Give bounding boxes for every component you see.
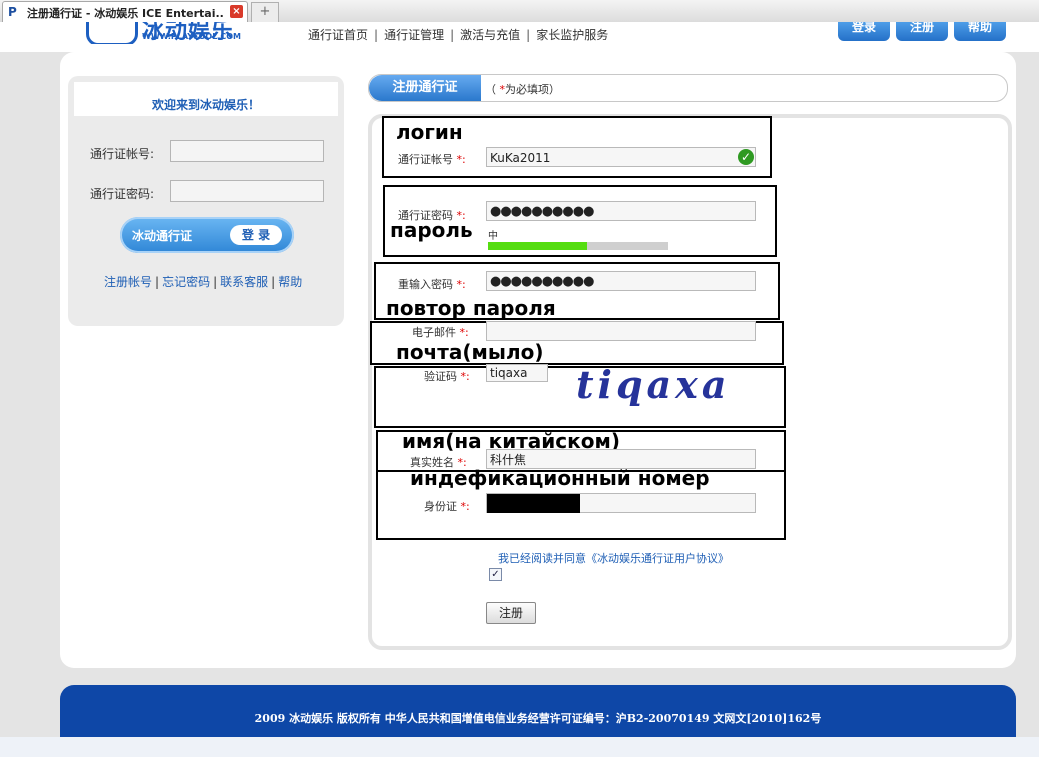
agreement-link[interactable]: 我已经阅读并同意《冰动娱乐通行证用户协议》 bbox=[498, 550, 729, 566]
register-submit-button[interactable]: 注册 bbox=[486, 602, 536, 624]
password-strength-label: 中 bbox=[488, 231, 498, 242]
register-header: 注册通行证 （ *为必填项） bbox=[368, 74, 1008, 102]
required-note: （ *为必填项） bbox=[485, 83, 560, 96]
annotation-id-number: индефикационный номер bbox=[410, 466, 710, 490]
site-header: 冰动娱乐 WWW.PLAYCOOL.COM 通行证首页 | 通行证管理 | 激活与充值 |… bbox=[0, 22, 1039, 52]
main-panel: 欢迎来到冰动娱乐！ 通行证帐号: 通行证密码: 冰动通行证 登 录 注册帐号 | 忘… bbox=[60, 52, 1016, 668]
captcha-field-label: 验证码 *: bbox=[424, 370, 470, 383]
site-footer: 2009 冰动娱乐 版权所有 中华人民共和国增值电信业务经营许可证编号：沪B2-… bbox=[60, 685, 1016, 745]
logo-mark-icon bbox=[86, 22, 138, 44]
valid-check-icon: ✓ bbox=[738, 149, 754, 165]
browser-tab-bar: P 注册通行证 - 冰动娱乐 ICE Entertai... × + bbox=[0, 0, 1039, 23]
login-password-input[interactable] bbox=[170, 180, 324, 202]
forgot-password-link[interactable]: 忘记密码 bbox=[162, 275, 210, 289]
agreement-checkbox[interactable]: ✓ bbox=[489, 568, 502, 581]
nav-separator: | bbox=[450, 28, 455, 42]
nav-separator: | bbox=[526, 28, 531, 42]
welcome-banner: 欢迎来到冰动娱乐！ bbox=[74, 82, 338, 116]
passport-brand-label: 冰动通行证 bbox=[132, 229, 193, 243]
captcha-image[interactable]: tiqaxa bbox=[576, 362, 730, 407]
email-field-label: 电子邮件 *: bbox=[412, 326, 469, 339]
account-label: 通行证帐号: bbox=[90, 147, 155, 161]
login-account-input[interactable] bbox=[170, 140, 324, 162]
login-links: 注册帐号 | 忘记密码 | 联系客服 | 帮助 bbox=[104, 275, 303, 289]
account-input[interactable]: KuKa2011 bbox=[486, 147, 756, 167]
new-tab-button[interactable]: + bbox=[251, 2, 279, 22]
contact-support-link[interactable]: 联系客服 bbox=[220, 275, 268, 289]
welcome-text: 欢迎来到冰动娱乐！ bbox=[151, 98, 260, 112]
site-favicon-icon: P bbox=[8, 5, 17, 19]
tab-title: 注册通行证 - 冰动娱乐 ICE Entertai... bbox=[27, 7, 223, 20]
nav-separator: | bbox=[374, 28, 379, 42]
password-strength-fill bbox=[488, 242, 587, 250]
annotation-password-repeat: повтор пароля bbox=[386, 296, 556, 320]
nav-link-passport-home[interactable]: 通行证首页 bbox=[308, 28, 368, 42]
password-label: 通行证密码: bbox=[90, 187, 155, 201]
header-help-button[interactable]: 帮助 bbox=[954, 22, 1006, 41]
footer-copyright: 2009 冰动娱乐 版权所有 中华人民共和国增值电信业务经营许可证编号：沪B2-… bbox=[254, 712, 822, 725]
captcha-input[interactable]: tiqaxa bbox=[486, 364, 548, 382]
nav-link-passport-manage[interactable]: 通行证管理 bbox=[384, 28, 444, 42]
help-link[interactable]: 帮助 bbox=[278, 275, 302, 289]
annotation-login: логин bbox=[396, 120, 463, 144]
email-input[interactable] bbox=[486, 321, 756, 341]
login-action-label: 登 录 bbox=[230, 225, 282, 245]
nav-link-activate-recharge[interactable]: 激活与充值 bbox=[460, 28, 520, 42]
logo-url: WWW.PLAYCOOL.COM bbox=[142, 32, 241, 41]
site-logo[interactable]: 冰动娱乐 WWW.PLAYCOOL.COM bbox=[86, 22, 266, 44]
register-tab[interactable]: 注册通行证 bbox=[369, 75, 481, 101]
password-repeat-input[interactable]: ●●●●●●●●●● bbox=[486, 271, 756, 291]
login-box: 欢迎来到冰动娱乐！ 通行证帐号: 通行证密码: 冰动通行证 登 录 注册帐号 | 忘… bbox=[68, 76, 344, 326]
page-bottom-strip bbox=[0, 737, 1039, 757]
nav-link-parental-service[interactable]: 家长监护服务 bbox=[536, 28, 608, 42]
header-register-button[interactable]: 注册 bbox=[896, 22, 948, 41]
password-strength-bar bbox=[488, 242, 668, 250]
register-form: логин 通行证帐号 *: KuKa2011 ✓ 通行证密码 *: ●●●●●… bbox=[368, 114, 1012, 650]
register-account-link[interactable]: 注册帐号 bbox=[104, 275, 152, 289]
password-input[interactable]: ●●●●●●●●●● bbox=[486, 201, 756, 221]
header-login-button[interactable]: 登录 bbox=[838, 22, 890, 41]
id-number-field-label: 身份证 *: bbox=[424, 500, 470, 513]
id-number-redaction bbox=[487, 494, 580, 513]
annotation-password: пароль bbox=[390, 218, 473, 242]
account-field-label: 通行证帐号 *: bbox=[398, 153, 466, 166]
top-nav: 通行证首页 | 通行证管理 | 激活与充值 | 家长监护服务 bbox=[308, 26, 608, 43]
password-repeat-field-label: 重输入密码 *: bbox=[398, 278, 466, 291]
browser-tab[interactable]: P 注册通行证 - 冰动娱乐 ICE Entertai... × bbox=[2, 1, 248, 23]
passport-login-button[interactable]: 冰动通行证 登 录 bbox=[120, 217, 294, 253]
close-tab-icon[interactable]: × bbox=[230, 5, 243, 18]
annotation-email: почта(мыло) bbox=[396, 340, 544, 364]
